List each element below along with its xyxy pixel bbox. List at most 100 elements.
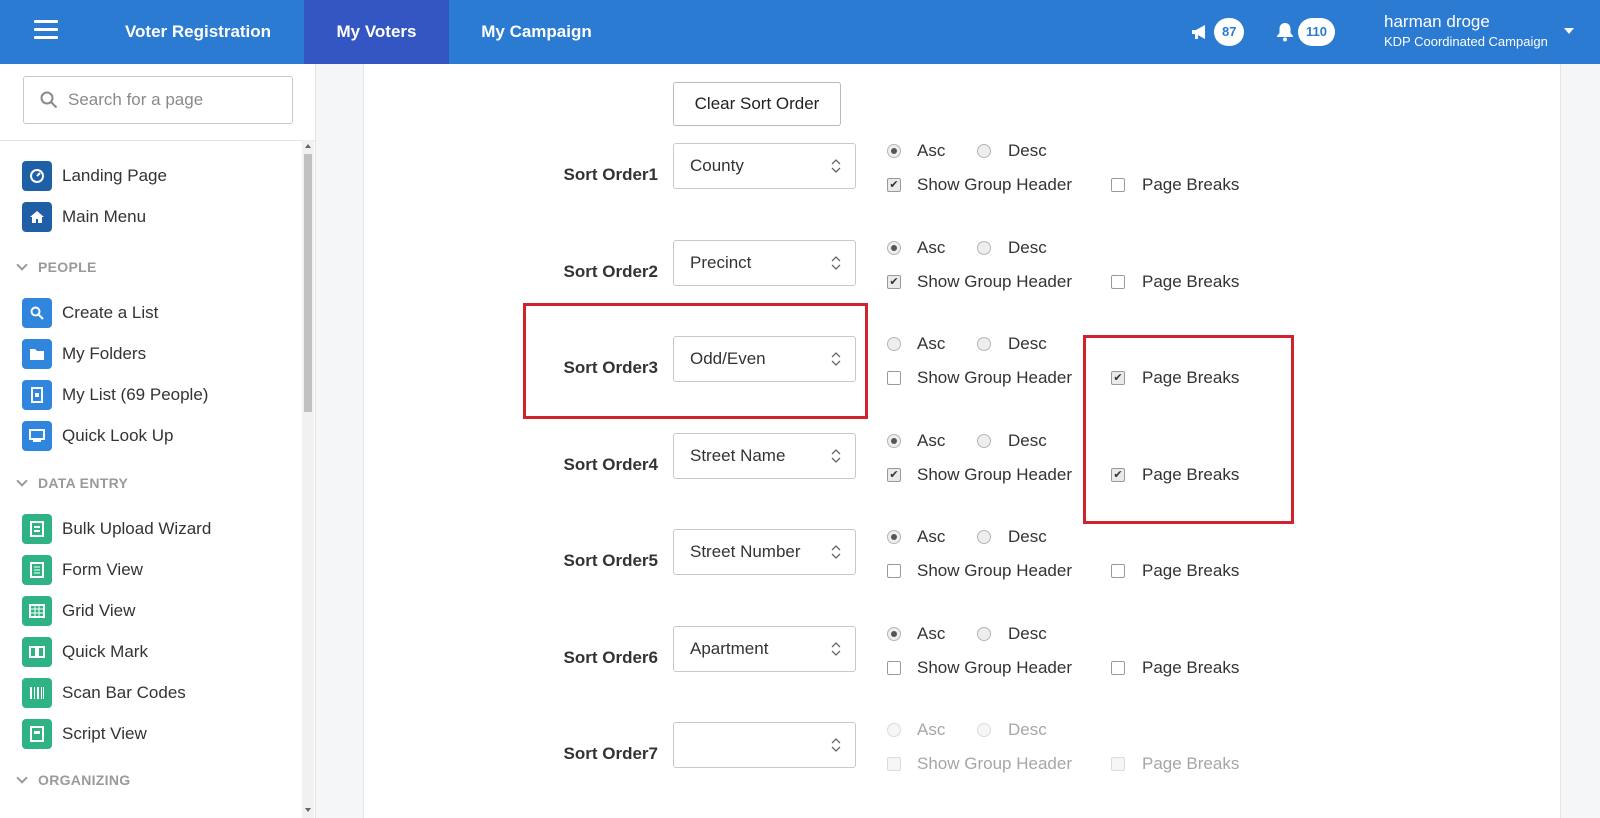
- asc-radio[interactable]: [887, 144, 901, 158]
- desc-radio[interactable]: [977, 241, 991, 255]
- list-icon: [22, 380, 52, 410]
- desc-label: Desc: [1008, 141, 1047, 160]
- bell-icon: [1277, 23, 1293, 42]
- sidebar-item-scan-bar-codes[interactable]: Scan Bar Codes: [22, 677, 186, 709]
- sidebar-section-title: PEOPLE: [38, 259, 97, 275]
- sidebar-item-label: My List (69 People): [62, 385, 209, 404]
- show-group-header-checkbox[interactable]: ✔: [887, 275, 901, 289]
- sidebar-item-quick-mark[interactable]: Quick Mark: [22, 636, 148, 668]
- sidebar-item-bulk-upload-wizard[interactable]: Bulk Upload Wizard: [22, 513, 211, 545]
- asc-label: Asc: [917, 238, 946, 257]
- desc-label: Desc: [1008, 334, 1047, 353]
- sidebar-item-form-view[interactable]: Form View: [22, 554, 143, 586]
- select-caret-icon: [831, 159, 841, 173]
- select-caret-icon: [831, 545, 841, 559]
- barcode-icon: [22, 678, 52, 708]
- sort-field-select[interactable]: [673, 722, 856, 768]
- page-breaks-label: Page Breaks: [1142, 754, 1240, 773]
- sort-field-select[interactable]: County: [673, 143, 856, 189]
- select-caret-icon: [831, 449, 841, 463]
- sidebar-item-label: Landing Page: [62, 166, 167, 185]
- page-breaks-checkbox[interactable]: [1111, 178, 1125, 192]
- sort-field-value: Precinct: [690, 253, 752, 272]
- page-breaks-checkbox[interactable]: [1111, 275, 1125, 289]
- desc-radio[interactable]: [977, 337, 991, 351]
- sort-field-select[interactable]: Street Number: [673, 529, 856, 575]
- desc-radio[interactable]: [977, 434, 991, 448]
- asc-radio[interactable]: [887, 434, 901, 448]
- show-group-header-checkbox[interactable]: ✔: [887, 468, 901, 482]
- sidebar-section-organizing[interactable]: ORGANIZING: [16, 772, 130, 788]
- show-group-header-checkbox[interactable]: [887, 757, 901, 771]
- scroll-down-arrow-icon[interactable]: [305, 808, 311, 812]
- user-menu[interactable]: harman droge KDP Coordinated Campaign: [1384, 12, 1548, 49]
- campaign-name: KDP Coordinated Campaign: [1384, 34, 1548, 49]
- page-breaks-checkbox[interactable]: [1111, 661, 1125, 675]
- desc-radio[interactable]: [977, 530, 991, 544]
- script-icon: [22, 719, 52, 749]
- tab-voter-registration[interactable]: Voter Registration: [92, 0, 304, 64]
- sort-order-label: Sort Order7: [563, 744, 658, 763]
- show-group-header-checkbox[interactable]: [887, 371, 901, 385]
- sidebar-item-landing-page[interactable]: Landing Page: [22, 160, 167, 192]
- sidebar-item-quick-look-up[interactable]: Quick Look Up: [22, 420, 174, 452]
- sidebar-section-people[interactable]: PEOPLE: [16, 259, 97, 275]
- scroll-up-arrow-icon[interactable]: [305, 144, 311, 148]
- notifications[interactable]: 110: [1276, 18, 1335, 46]
- dashboard-icon: [22, 161, 52, 191]
- clear-sort-order-button[interactable]: Clear Sort Order: [673, 82, 841, 126]
- sidebar-item-my-list[interactable]: My List (69 People): [22, 379, 208, 411]
- sidebar-item-main-menu[interactable]: Main Menu: [22, 201, 146, 233]
- page-search-input[interactable]: [68, 87, 278, 113]
- sidebar-item-grid-view[interactable]: Grid View: [22, 595, 135, 627]
- sidebar-item-create-a-list[interactable]: Create a List: [22, 297, 158, 329]
- search-icon: [22, 298, 52, 328]
- sort-field-value: Street Number: [690, 542, 801, 561]
- asc-radio[interactable]: [887, 627, 901, 641]
- desc-radio[interactable]: [977, 723, 991, 737]
- asc-radio[interactable]: [887, 723, 901, 737]
- desc-label: Desc: [1008, 624, 1047, 643]
- page-breaks-checkbox[interactable]: [1111, 564, 1125, 578]
- show-group-header-checkbox[interactable]: [887, 564, 901, 578]
- grid-icon: [22, 596, 52, 626]
- tab-my-voters[interactable]: My Voters: [304, 0, 449, 64]
- sidebar-section-data-entry[interactable]: DATA ENTRY: [16, 475, 128, 491]
- chevron-down-icon: [16, 475, 28, 487]
- sidebar-scrollbar[interactable]: [302, 140, 314, 818]
- id-card-icon: [22, 421, 52, 451]
- sort-field-select[interactable]: Street Name: [673, 433, 856, 479]
- sidebar-item-my-folders[interactable]: My Folders: [22, 338, 146, 370]
- announcements[interactable]: 87: [1190, 18, 1245, 46]
- sidebar-item-script-view[interactable]: Script View: [22, 718, 147, 750]
- hamburger-menu-icon[interactable]: [34, 20, 58, 40]
- sidebar-item-label: Main Menu: [62, 207, 147, 226]
- sort-order-label: Sort Order2: [563, 262, 658, 281]
- sidebar-item-label: Create a List: [62, 303, 159, 322]
- chevron-down-icon: [16, 772, 28, 784]
- desc-radio[interactable]: [977, 144, 991, 158]
- desc-label: Desc: [1008, 527, 1047, 546]
- announcements-badge: 87: [1214, 18, 1245, 46]
- page-breaks-label: Page Breaks: [1142, 658, 1240, 677]
- asc-label: Asc: [917, 624, 946, 643]
- scrollbar-thumb[interactable]: [304, 154, 312, 412]
- page-breaks-label: Page Breaks: [1142, 175, 1240, 194]
- show-group-header-checkbox[interactable]: ✔: [887, 178, 901, 192]
- user-menu-caret-icon[interactable]: [1564, 28, 1574, 34]
- show-group-header-label: Show Group Header: [917, 272, 1072, 291]
- show-group-header-label: Show Group Header: [917, 561, 1072, 580]
- notifications-badge: 110: [1298, 18, 1335, 46]
- sort-field-select[interactable]: Apartment: [673, 626, 856, 672]
- desc-radio[interactable]: [977, 627, 991, 641]
- sort-field-select[interactable]: Precinct: [673, 240, 856, 286]
- page-breaks-checkbox[interactable]: [1111, 757, 1125, 771]
- tab-my-campaign[interactable]: My Campaign: [449, 0, 624, 64]
- asc-radio[interactable]: [887, 530, 901, 544]
- show-group-header-label: Show Group Header: [917, 368, 1072, 387]
- show-group-header-label: Show Group Header: [917, 658, 1072, 677]
- asc-radio[interactable]: [887, 337, 901, 351]
- home-icon: [22, 202, 52, 232]
- show-group-header-checkbox[interactable]: [887, 661, 901, 675]
- asc-radio[interactable]: [887, 241, 901, 255]
